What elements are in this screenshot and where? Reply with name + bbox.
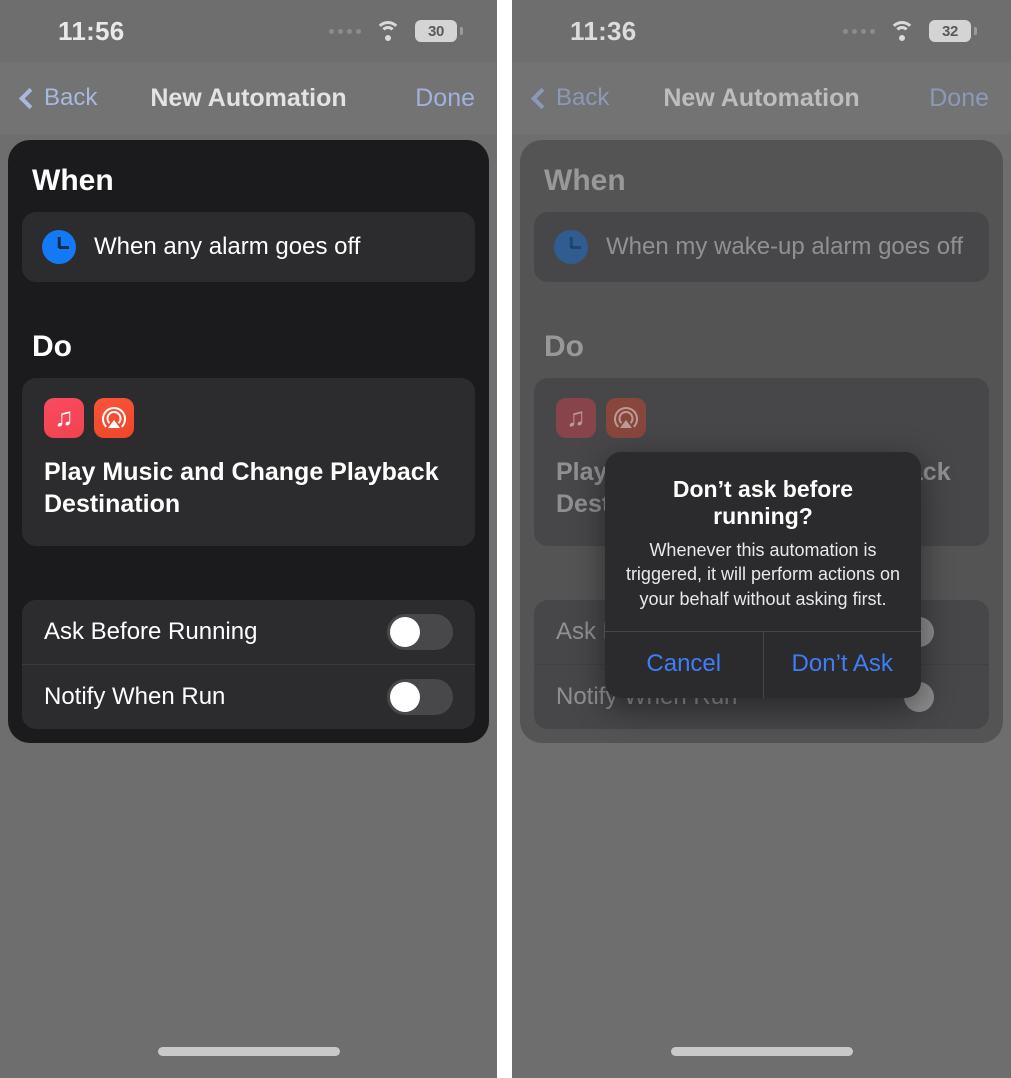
back-button-label: Back — [44, 84, 98, 111]
signal-dots-icon — [329, 28, 361, 34]
home-indicator[interactable] — [670, 1047, 853, 1056]
music-icon: ♫ — [556, 398, 596, 438]
dialog-body: Don’t ask before running? Whenever this … — [605, 452, 921, 631]
clock-icon — [554, 230, 588, 264]
status-bar: 11:36 32 — [512, 0, 1011, 62]
action-card[interactable]: ♫ Play Music and Change Playback Destina… — [22, 378, 475, 546]
when-section-heading: When — [32, 164, 114, 197]
action-app-icons: ♫ — [556, 398, 967, 438]
trigger-card[interactable]: When any alarm goes off — [22, 212, 475, 282]
panel-divider — [497, 0, 512, 1078]
options-card: Ask Before Running Notify When Run — [22, 600, 475, 729]
airplay-audio-icon — [606, 398, 646, 438]
dialog-title: Don’t ask before running? — [672, 476, 854, 529]
dialog-message: Whenever this automation is triggered, i… — [625, 540, 901, 609]
status-bar-indicators: 30 — [329, 20, 463, 42]
notify-when-run-toggle[interactable] — [387, 679, 453, 715]
battery-icon: 32 — [929, 20, 977, 42]
option-row-ask-before-running[interactable]: Ask Before Running — [22, 600, 475, 664]
option-row-notify-when-run[interactable]: Notify When Run — [22, 664, 475, 729]
status-bar: 11:56 30 — [0, 0, 497, 62]
dialog-actions: Cancel Don’t Ask — [605, 630, 922, 698]
option-label: Notify When Run — [44, 683, 226, 710]
airplay-waves — [101, 405, 127, 431]
chevron-left-icon — [18, 87, 41, 109]
airplay-audio-icon — [94, 398, 134, 438]
status-bar-time: 11:36 — [570, 15, 637, 46]
navigation-bar: Back New Automation Done — [0, 62, 497, 134]
airplay-waves — [613, 405, 639, 431]
trigger-row[interactable]: When any alarm goes off — [22, 212, 475, 282]
do-section-heading: Do — [32, 330, 72, 363]
option-label: Ask Before Running — [44, 618, 258, 645]
automation-sheet: When When any alarm goes off Do ♫ Play M… — [8, 140, 489, 743]
status-bar-indicators: 32 — [843, 20, 977, 42]
done-button[interactable]: Done — [929, 84, 989, 113]
music-icon: ♫ — [44, 398, 84, 438]
action-title: Play Music and Change Playback Destinati… — [44, 458, 439, 518]
screenshot-stage: 11:56 30 Back New Automation Done When W… — [0, 0, 1011, 1078]
phone-screen-right: 11:36 32 Back New Automation Done When W… — [512, 0, 1011, 1078]
trigger-label: When my wake-up alarm goes off — [606, 233, 964, 260]
trigger-label: When any alarm goes off — [94, 233, 361, 260]
done-button[interactable]: Done — [415, 84, 475, 113]
music-note-glyph: ♫ — [54, 402, 74, 432]
wifi-icon — [374, 21, 402, 41]
signal-dots-icon — [843, 28, 875, 34]
battery-icon: 30 — [415, 20, 463, 42]
back-button-label: Back — [556, 84, 610, 111]
when-section-heading: When — [544, 164, 626, 197]
wifi-icon — [888, 21, 916, 41]
trigger-row[interactable]: When my wake-up alarm goes off — [534, 212, 989, 282]
do-section-heading: Do — [544, 330, 584, 363]
chevron-left-icon — [530, 87, 553, 109]
dont-ask-button[interactable]: Don’t Ask — [762, 631, 922, 698]
home-indicator[interactable] — [157, 1047, 340, 1056]
phone-screen-left: 11:56 30 Back New Automation Done When W… — [0, 0, 497, 1078]
battery-level-label: 30 — [427, 22, 445, 40]
clock-icon — [42, 230, 76, 264]
music-note-glyph: ♫ — [566, 402, 586, 432]
ask-before-running-toggle[interactable] — [387, 614, 453, 650]
battery-level-label: 32 — [941, 22, 959, 40]
back-button[interactable]: Back — [530, 84, 610, 112]
options-spacer — [22, 546, 475, 600]
trigger-card[interactable]: When my wake-up alarm goes off — [534, 212, 989, 282]
cancel-button[interactable]: Cancel — [605, 632, 763, 698]
confirmation-dialog: Don’t ask before running? Whenever this … — [605, 452, 921, 698]
status-bar-time: 11:56 — [58, 15, 125, 46]
navigation-bar: Back New Automation Done — [512, 62, 1011, 134]
action-app-icons: ♫ — [44, 398, 453, 438]
back-button[interactable]: Back — [18, 84, 98, 112]
